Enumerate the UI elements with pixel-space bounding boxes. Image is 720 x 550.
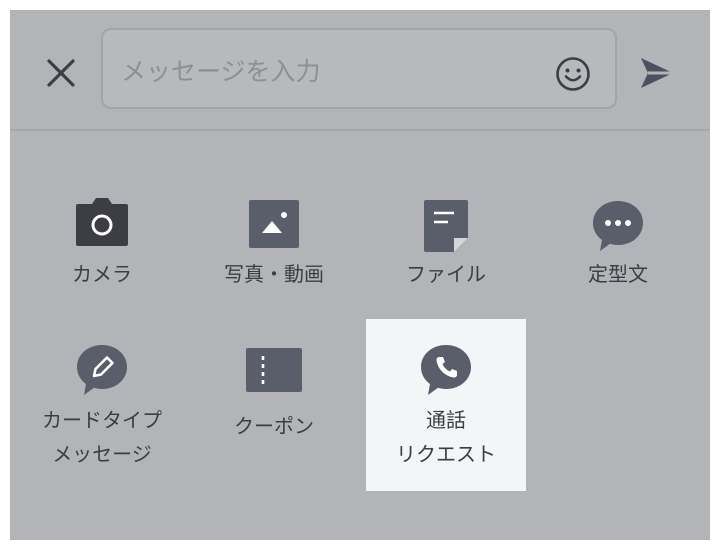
- menu-item-label-line2: メッセージ: [52, 442, 152, 466]
- file-icon: [424, 200, 468, 252]
- menu-item-card-type-message[interactable]: カードタイプ メッセージ: [22, 330, 182, 480]
- image-icon: [249, 200, 299, 248]
- chat-attachment-panel: メッセージを入力 カメラ 写真・動画 ファイル 定型文 カードタイプ メッセージ…: [10, 10, 710, 540]
- ticket-icon: [246, 348, 302, 392]
- menu-item-label: 定型文: [588, 262, 648, 286]
- menu-item-coupon[interactable]: クーポン: [194, 330, 354, 440]
- menu-item-label: クーポン: [234, 414, 314, 438]
- menu-item-label: カメラ: [72, 262, 132, 286]
- menu-item-label-line2: リクエスト: [396, 442, 496, 466]
- chat-dots-icon: [592, 200, 644, 252]
- menu-item-template-text[interactable]: 定型文: [538, 190, 698, 300]
- message-composer-bar: メッセージを入力: [10, 10, 710, 131]
- menu-item-call-request[interactable]: 通話 リクエスト: [366, 330, 526, 480]
- phone-bubble-icon: [420, 344, 472, 396]
- smile-icon[interactable]: [555, 56, 591, 92]
- menu-item-file[interactable]: ファイル: [366, 190, 526, 300]
- pencil-bubble-icon: [76, 344, 128, 396]
- menu-item-label-line1: 通話: [426, 408, 466, 432]
- menu-item-label: 写真・動画: [224, 262, 324, 286]
- close-icon[interactable]: [46, 58, 76, 88]
- menu-item-camera[interactable]: カメラ: [22, 190, 182, 300]
- menu-item-label: ファイル: [406, 262, 486, 286]
- send-icon[interactable]: [639, 56, 675, 90]
- message-input-placeholder: メッセージを入力: [121, 57, 321, 86]
- menu-item-label-line1: カードタイプ: [42, 408, 162, 432]
- menu-item-photo-video[interactable]: 写真・動画: [194, 190, 354, 300]
- camera-icon: [76, 198, 128, 246]
- message-input[interactable]: メッセージを入力: [101, 28, 617, 109]
